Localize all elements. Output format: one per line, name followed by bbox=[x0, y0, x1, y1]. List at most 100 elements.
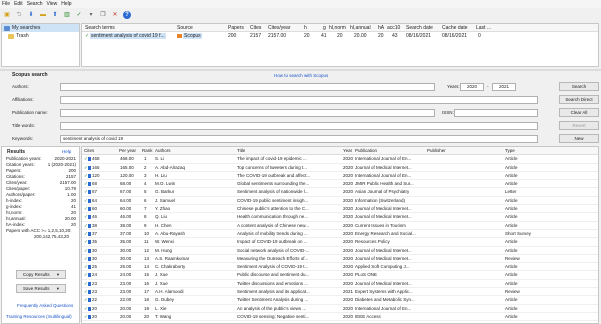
col-g[interactable]: g bbox=[323, 25, 326, 31]
tree-item-my-searches[interactable]: My searches bbox=[2, 24, 79, 32]
menu-view[interactable]: View bbox=[47, 1, 58, 7]
document-icon bbox=[88, 298, 91, 303]
menu-file[interactable]: File bbox=[2, 1, 10, 7]
new-button[interactable]: New bbox=[559, 134, 599, 143]
keywords-input[interactable]: sentiment analysis of covid 19 bbox=[60, 135, 538, 143]
chevron-down-icon: ▾ bbox=[56, 272, 60, 277]
check-icon[interactable]: ✓ bbox=[75, 11, 83, 19]
table-row[interactable]: ✓ 68 68.00 4 M.O. Lwin Global sentiments surr… bbox=[82, 180, 598, 189]
per-year-cell: 22.00 bbox=[120, 297, 132, 303]
table-row[interactable]: ✓ 23 23.00 16 J. Xue Twitter discussions and … bbox=[82, 280, 598, 289]
col-search-date[interactable]: Search date bbox=[406, 25, 433, 31]
search-direct-button[interactable]: Search Direct bbox=[559, 95, 599, 104]
table-row[interactable]: ✓ 60 60.00 7 Y. Zhao Chinese public's attenti… bbox=[82, 205, 598, 214]
menu-search[interactable]: Search bbox=[27, 1, 43, 7]
search-row[interactable]: ✓ sentiment analysis of covid 19 f... Sco… bbox=[82, 32, 598, 40]
table-row[interactable]: ✓ 120 120.00 3 H. Liu The COVID-19 outbreak a… bbox=[82, 172, 598, 181]
table-row[interactable]: ✓ 37 37.00 10 A. Abu-Rayash Analysis of mobil… bbox=[82, 230, 598, 239]
col-search-terms[interactable]: Search terms bbox=[85, 25, 115, 31]
col-cites-year[interactable]: Cites/year bbox=[268, 25, 291, 31]
col-year[interactable]: Year bbox=[343, 148, 352, 153]
cites-cell: 46 bbox=[92, 214, 98, 220]
chart-icon[interactable]: ▥ bbox=[63, 11, 71, 19]
type-cell: Article bbox=[505, 156, 518, 162]
results-help-link[interactable]: Help bbox=[62, 149, 71, 154]
years-label: Years: bbox=[447, 84, 460, 89]
document-icon bbox=[88, 182, 91, 187]
splitter[interactable] bbox=[0, 69, 601, 71]
table-row[interactable]: ✓ 30 30.00 12 M. Hung Social network analysis… bbox=[82, 247, 598, 255]
help-icon[interactable]: ? bbox=[123, 11, 131, 19]
menu-help[interactable]: Help bbox=[61, 1, 71, 7]
table-row[interactable]: ✓ 468 468.00 1 S. Li The impact of covid-19 e… bbox=[82, 155, 598, 164]
metric-label: Citation years: bbox=[6, 162, 35, 167]
authors-cell: J. Xue bbox=[155, 280, 168, 286]
dropdown-icon[interactable]: ▾ bbox=[87, 11, 95, 19]
authors-cell: G. Dubey bbox=[155, 297, 175, 303]
table-row[interactable]: ✓ 25 25.00 14 C. Chakraborty Sentiment Analys… bbox=[82, 263, 598, 272]
title-cell: The impact of covid-19 epidemic ... bbox=[237, 156, 307, 162]
col-papers[interactable]: Papers bbox=[228, 25, 244, 31]
table-row[interactable]: ✓ 23 23.00 17 A.H. Alamoodi Sentiment analysi… bbox=[82, 288, 598, 297]
export-icon[interactable]: ⬆ bbox=[51, 11, 59, 19]
faq-link[interactable]: Frequently Asked Questions bbox=[17, 303, 73, 308]
publication-input[interactable] bbox=[60, 109, 435, 117]
col-rank[interactable]: Rank bbox=[142, 148, 153, 153]
revert-button[interactable]: Revert bbox=[559, 121, 599, 130]
table-row[interactable]: ✓ 20 20.00 20 T. Wang COVID-19 sensing: Negat… bbox=[82, 313, 598, 322]
new-folder-icon[interactable]: ▣ bbox=[3, 11, 11, 19]
col-cites[interactable]: Cites bbox=[250, 25, 261, 31]
col-hi-norm[interactable]: hI,norm bbox=[329, 25, 346, 31]
table-row[interactable]: ✓ 46 46.00 8 Q. Liu Health communication thro… bbox=[82, 213, 598, 222]
delete-icon[interactable]: ✕ bbox=[111, 11, 119, 19]
copy-results-button[interactable]: Copy Results ▾ bbox=[16, 270, 66, 279]
table-row[interactable]: ✓ 64 64.00 6 J. Samuel COVID-19 public sentim… bbox=[82, 197, 598, 206]
menu-edit[interactable]: Edit bbox=[14, 1, 23, 7]
authors-input[interactable] bbox=[60, 83, 435, 91]
authors-cell: A. Abu-Rayash bbox=[155, 230, 186, 236]
rank-cell: 7 bbox=[144, 206, 147, 212]
search-button[interactable]: Search bbox=[559, 82, 599, 91]
col-cache-date[interactable]: Cache date bbox=[442, 25, 468, 31]
year-to-input[interactable]: 2021 bbox=[492, 83, 516, 91]
rank-cell: 6 bbox=[144, 197, 147, 203]
table-row[interactable]: ✓ 67 67.00 5 G. Barkur Sentiment analysis of … bbox=[82, 188, 598, 197]
year-from-input[interactable]: 2020 bbox=[460, 83, 484, 91]
import-icon[interactable]: ⬇ bbox=[27, 11, 35, 19]
col-h[interactable]: h bbox=[304, 25, 307, 31]
save-results-button[interactable]: Save Results ▾ bbox=[16, 284, 66, 293]
col-type[interactable]: Type bbox=[505, 148, 515, 153]
col-acc10[interactable]: acc10 bbox=[387, 25, 400, 31]
affiliations-input[interactable] bbox=[60, 96, 538, 104]
back-icon[interactable]: ⮌ bbox=[15, 11, 23, 19]
tree-item-trash[interactable]: Trash bbox=[2, 32, 79, 40]
table-row[interactable]: ✓ 38 38.00 9 H. Chen A content analysis of Ch… bbox=[82, 222, 598, 230]
col-cites[interactable]: Cites bbox=[84, 148, 94, 153]
table-row[interactable]: ✓ 20 20.00 19 L. Xie An analysis of the publi… bbox=[82, 305, 598, 313]
publication-cell: Journal of Medical Internet... bbox=[355, 247, 412, 253]
table-row[interactable]: ✓ 165 165.00 2 A. Abd-Alrazaq Top concerns of… bbox=[82, 164, 598, 172]
col-source[interactable]: Source bbox=[177, 25, 193, 31]
col-authors[interactable]: Authors bbox=[155, 148, 171, 153]
clear-all-button[interactable]: Clear All bbox=[559, 108, 599, 117]
table-row[interactable]: ✓ 35 35.00 11 W. Wenxi Impact of COVID-19 out… bbox=[82, 238, 598, 247]
table-row[interactable]: ✓ 24 24.00 15 J. Xue Public discourse and sen… bbox=[82, 271, 598, 280]
col-last[interactable]: Last ... bbox=[476, 25, 491, 31]
table-row[interactable]: ✓ 30 30.00 13 A.S. Raamkumar Measuring the Ou… bbox=[82, 255, 598, 264]
col-ha[interactable]: hA bbox=[378, 25, 384, 31]
col-per-year[interactable]: Per year bbox=[119, 148, 136, 153]
per-year-cell: 25.00 bbox=[120, 264, 132, 270]
scopus-help-link[interactable]: How to search with Scopus bbox=[274, 73, 328, 78]
copy-icon[interactable]: ❐ bbox=[99, 11, 107, 19]
folder-icon[interactable]: ▬ bbox=[39, 11, 47, 19]
table-row[interactable]: ✓ 22 22.00 18 G. Dubey Twitter Sentiment Anal… bbox=[82, 296, 598, 305]
title-cell: Sentiment Analysis of COVID-19 t... bbox=[237, 264, 309, 270]
training-link[interactable]: Training Resources (multilingual) bbox=[6, 314, 72, 319]
title-cell: Sentiment analysis and its applicat... bbox=[237, 289, 310, 295]
title-words-input[interactable] bbox=[60, 122, 538, 130]
col-hi-annual[interactable]: hI,annual bbox=[350, 25, 371, 31]
issn-input[interactable] bbox=[454, 109, 538, 117]
col-publisher[interactable]: Publisher bbox=[427, 148, 446, 153]
col-title[interactable]: Title bbox=[237, 148, 245, 153]
col-publication[interactable]: Publication bbox=[355, 148, 377, 153]
